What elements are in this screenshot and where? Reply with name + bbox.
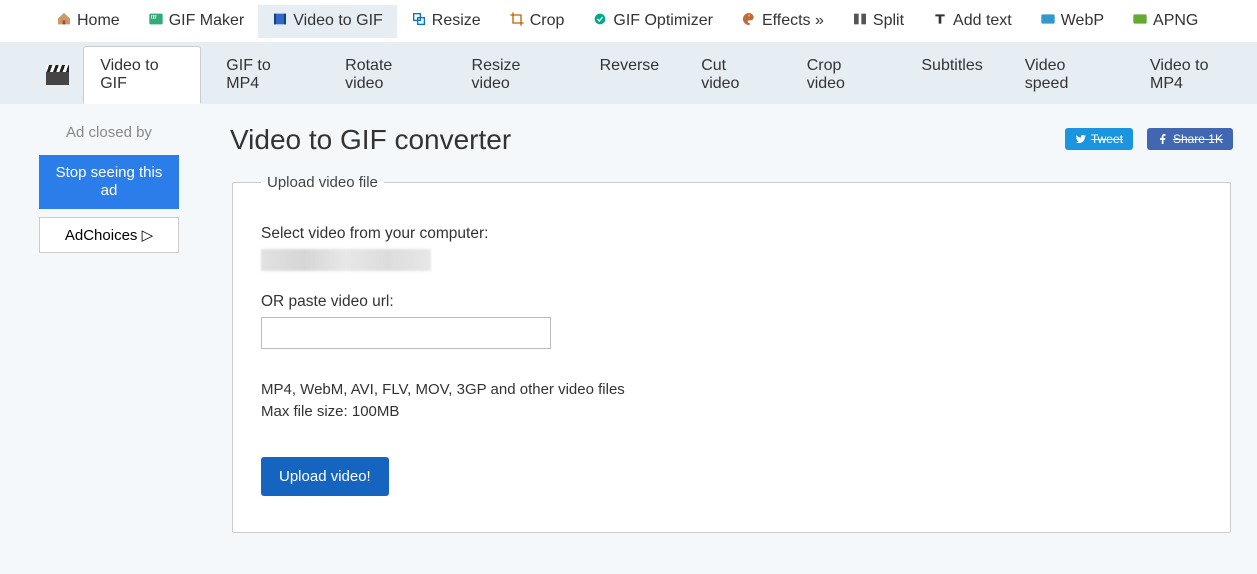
topnav-label: Video to GIF bbox=[293, 12, 383, 30]
topnav-label: GIF Maker bbox=[169, 12, 245, 30]
subnav-resize-video[interactable]: Resize video bbox=[455, 46, 575, 104]
sub-nav-bar: Video to GIFGIF to MP4Rotate videoResize… bbox=[0, 42, 1257, 104]
ad-sidebar: Ad closed by Stop seeing this ad AdChoic… bbox=[24, 120, 194, 534]
share-row: Tweet Share 1K bbox=[1065, 128, 1233, 150]
upload-form: Upload video file Select video from your… bbox=[230, 174, 1233, 533]
subnav-video-to-mp4[interactable]: Video to MP4 bbox=[1133, 46, 1257, 104]
palette-icon bbox=[741, 11, 757, 32]
facebook-icon bbox=[1157, 133, 1169, 145]
ad-closed-label: Ad closed by bbox=[24, 120, 194, 147]
topnav-item-video-to-gif[interactable]: Video to GIF bbox=[258, 5, 397, 38]
fb-share-label: Share 1K bbox=[1173, 132, 1223, 146]
topnav-label: Home bbox=[77, 12, 120, 30]
subnav-video-speed[interactable]: Video speed bbox=[1008, 46, 1125, 104]
subnav-reverse[interactable]: Reverse bbox=[583, 46, 677, 104]
url-label: OR paste video url: bbox=[261, 293, 1202, 311]
topnav-item-gif-optimizer[interactable]: GIF Optimizer bbox=[578, 5, 727, 38]
optimize-icon bbox=[592, 11, 608, 32]
main-content: Tweet Share 1K Video to GIF converter Up… bbox=[194, 120, 1233, 534]
hint-line-formats: MP4, WebM, AVI, FLV, MOV, 3GP and other … bbox=[261, 379, 1202, 401]
topnav-item-add-text[interactable]: Add text bbox=[918, 5, 1026, 38]
video-url-input[interactable] bbox=[261, 317, 551, 349]
topnav-item-webp[interactable]: WebP bbox=[1026, 5, 1118, 38]
page-body: Ad closed by Stop seeing this ad AdChoic… bbox=[0, 104, 1257, 574]
topnav-label: Crop bbox=[530, 12, 565, 30]
topnav-label: WebP bbox=[1061, 12, 1104, 30]
topnav-label: Effects » bbox=[762, 12, 824, 30]
gif-icon bbox=[148, 11, 164, 32]
adchoices-button[interactable]: AdChoices ▷ bbox=[39, 217, 179, 253]
subnav-gif-to-mp4[interactable]: GIF to MP4 bbox=[209, 46, 320, 104]
stop-seeing-ad-button[interactable]: Stop seeing this ad bbox=[39, 155, 179, 209]
topnav-label: APNG bbox=[1153, 12, 1198, 30]
topnav-label: Resize bbox=[432, 12, 481, 30]
tweet-label: Tweet bbox=[1091, 132, 1123, 146]
subnav-cut-video[interactable]: Cut video bbox=[684, 46, 782, 104]
topnav-item-home[interactable]: Home bbox=[42, 5, 134, 38]
subnav-crop-video[interactable]: Crop video bbox=[790, 46, 897, 104]
apng-icon bbox=[1132, 11, 1148, 32]
topnav-item-gif-maker[interactable]: GIF Maker bbox=[134, 5, 259, 38]
subnav-video-to-gif[interactable]: Video to GIF bbox=[83, 46, 201, 104]
upload-hint: MP4, WebM, AVI, FLV, MOV, 3GP and other … bbox=[261, 379, 1202, 423]
file-input[interactable] bbox=[261, 249, 431, 271]
select-file-label: Select video from your computer: bbox=[261, 225, 1202, 243]
topnav-item-effects[interactable]: Effects » bbox=[727, 5, 838, 38]
crop-icon bbox=[509, 11, 525, 32]
split-icon bbox=[852, 11, 868, 32]
home-icon bbox=[56, 11, 72, 32]
hint-line-size: Max file size: 100MB bbox=[261, 401, 1202, 423]
top-nav: Home GIF Maker Video to GIF Resize Crop GIF O… bbox=[0, 0, 1257, 42]
topnav-item-resize[interactable]: Resize bbox=[397, 5, 495, 38]
topnav-label: Split bbox=[873, 12, 904, 30]
subnav-subtitles[interactable]: Subtitles bbox=[904, 46, 999, 104]
text-icon bbox=[932, 11, 948, 32]
tweet-button[interactable]: Tweet bbox=[1065, 128, 1133, 150]
topnav-item-apng[interactable]: APNG bbox=[1118, 5, 1212, 38]
webp-icon bbox=[1040, 11, 1056, 32]
topnav-label: GIF Optimizer bbox=[613, 12, 713, 30]
twitter-icon bbox=[1075, 133, 1087, 145]
topnav-item-split[interactable]: Split bbox=[838, 5, 918, 38]
topnav-label: Add text bbox=[953, 12, 1012, 30]
clapperboard-icon bbox=[46, 65, 69, 85]
upload-video-button[interactable]: Upload video! bbox=[261, 457, 389, 496]
resize-icon bbox=[411, 11, 427, 32]
fb-share-button[interactable]: Share 1K bbox=[1147, 128, 1233, 150]
upload-legend: Upload video file bbox=[261, 174, 384, 191]
film-icon bbox=[272, 11, 288, 32]
upload-fieldset: Upload video file Select video from your… bbox=[232, 174, 1231, 533]
subnav-rotate-video[interactable]: Rotate video bbox=[328, 46, 446, 104]
topnav-item-crop[interactable]: Crop bbox=[495, 5, 579, 38]
